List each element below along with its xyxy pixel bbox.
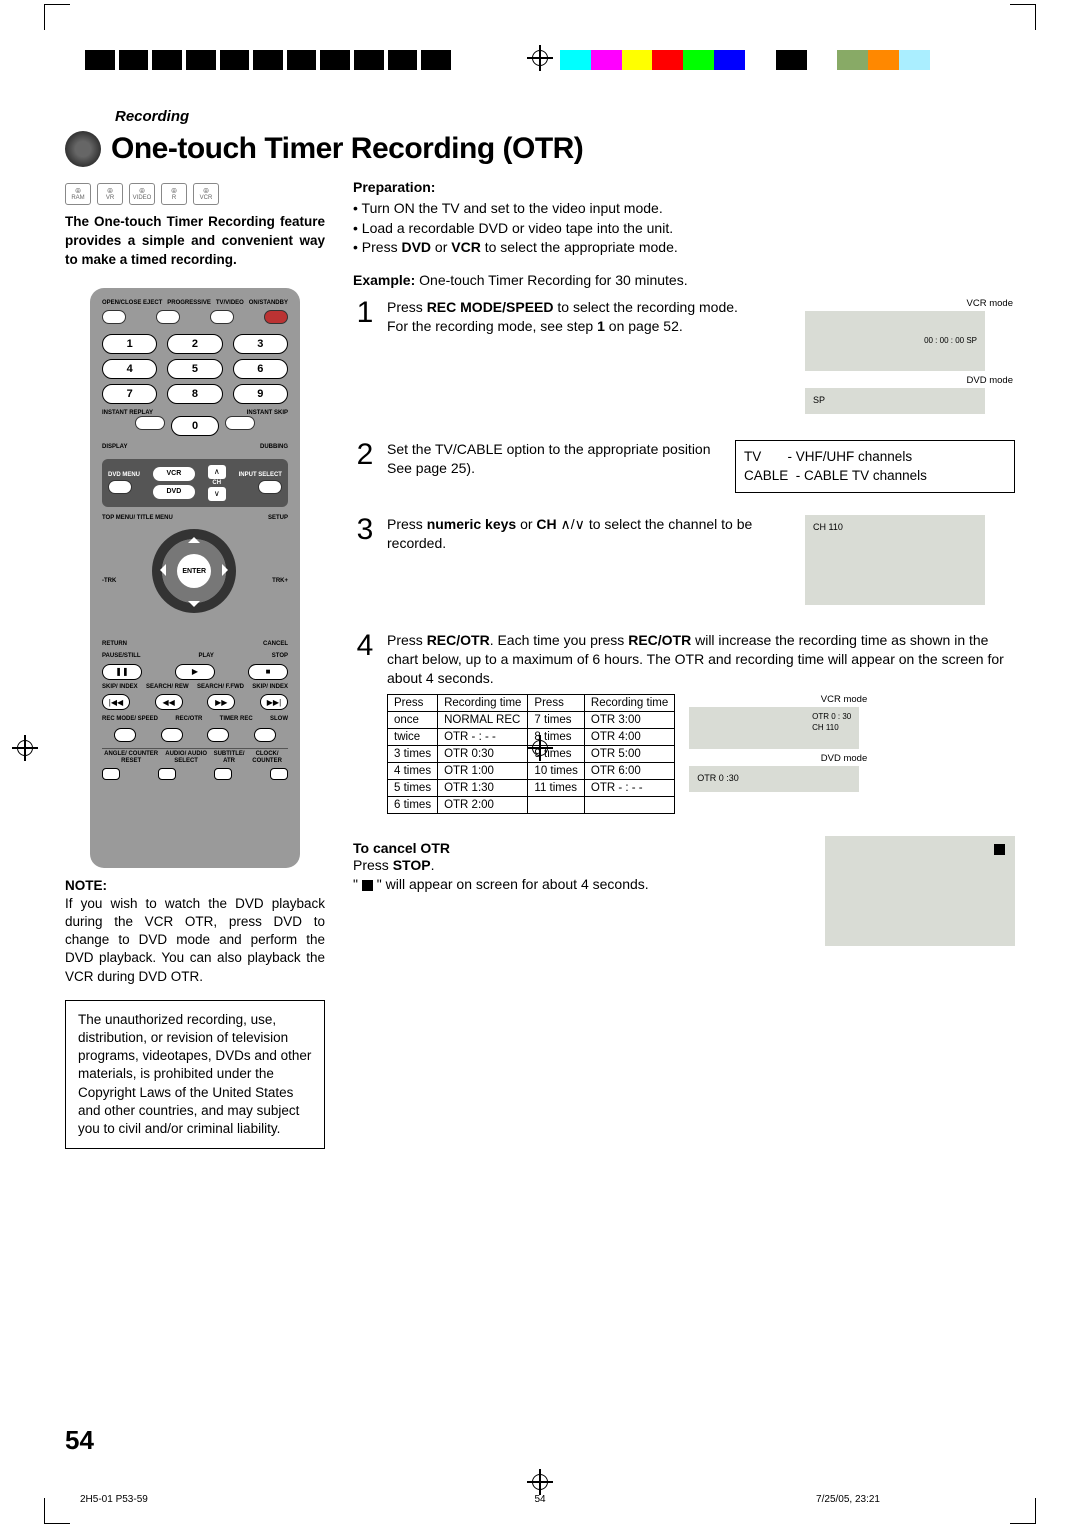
screen-vcr-mode: 00 : 00 : 00 SP bbox=[805, 311, 985, 371]
remote-control-illustration: OPEN/CLOSE EJECT PROGRESSIVE TV/VIDEO ON… bbox=[90, 288, 300, 868]
printer-marks bbox=[0, 40, 1080, 80]
example-line: Example: One-touch Timer Recording for 3… bbox=[353, 272, 1015, 288]
stop-icon bbox=[994, 844, 1005, 855]
legal-notice-box: The unauthorized recording, use, distrib… bbox=[65, 1000, 325, 1150]
step-3: 3 Press numeric keys or CH ∧/∨ to select… bbox=[353, 515, 1015, 609]
format-icon: ⦾VIDEO bbox=[129, 183, 155, 205]
channel-options-box: TV - VHF/UHF channels CABLE - CABLE TV c… bbox=[735, 440, 1015, 493]
step-2: 2 Set the TV/CABLE option to the appropr… bbox=[353, 440, 1015, 493]
screen-channel: CH 110 bbox=[805, 515, 985, 605]
step-1: 1 Press REC MODE/SPEED to select the rec… bbox=[353, 298, 1015, 418]
numpad-key: 8 bbox=[167, 384, 222, 404]
intro-text: The One-touch Timer Recording feature pr… bbox=[65, 213, 325, 270]
numpad-key: 9 bbox=[233, 384, 288, 404]
preparation-heading: Preparation: bbox=[353, 179, 1015, 195]
numpad-key: 5 bbox=[167, 359, 222, 379]
stop-icon bbox=[362, 880, 373, 891]
page-title: One-touch Timer Recording (OTR) bbox=[111, 132, 583, 166]
numpad-key: 4 bbox=[102, 359, 157, 379]
preparation-list: Turn ON the TV and set to the video inpu… bbox=[353, 199, 1015, 258]
format-icon: ⦾R bbox=[161, 183, 187, 205]
screen-dvd-mode: SP bbox=[805, 388, 985, 414]
numpad-key: 2 bbox=[167, 334, 222, 354]
numpad-key: 7 bbox=[102, 384, 157, 404]
sphere-bullet-icon bbox=[65, 131, 101, 167]
format-icon: ⦾VCR bbox=[193, 183, 219, 205]
format-icons-row: ⦾RAM ⦾VR ⦾VIDEO ⦾R ⦾VCR bbox=[65, 183, 325, 205]
numpad-key: 3 bbox=[233, 334, 288, 354]
dpad-icon: ENTER bbox=[134, 531, 254, 631]
screen-dvd-otr: OTR 0 :30 bbox=[689, 766, 859, 792]
step-4: 4 Press REC/OTR. Each time you press REC… bbox=[353, 631, 1015, 814]
color-bar bbox=[560, 50, 930, 70]
format-icon: ⦾RAM bbox=[65, 183, 91, 205]
cancel-section: To cancel OTR Press STOP. " " will appea… bbox=[353, 836, 1015, 946]
screen-stop bbox=[825, 836, 1015, 946]
registration-mark-icon bbox=[527, 1469, 553, 1495]
format-icon: ⦾VR bbox=[97, 183, 123, 205]
black-bar bbox=[85, 50, 455, 70]
registration-mark-icon bbox=[527, 45, 553, 71]
note-heading: NOTE: bbox=[65, 878, 325, 893]
section-label: Recording bbox=[115, 108, 1015, 125]
screen-vcr-otr: OTR 0 : 30CH 110 bbox=[689, 707, 859, 749]
numpad-key: 6 bbox=[233, 359, 288, 379]
title-row: One-touch Timer Recording (OTR) bbox=[65, 131, 1015, 167]
otr-timing-table: PressRecording timePressRecording timeon… bbox=[387, 694, 675, 814]
page-number: 54 bbox=[65, 1425, 94, 1456]
numpad-key: 1 bbox=[102, 334, 157, 354]
registration-mark-icon bbox=[12, 735, 38, 761]
note-text: If you wish to watch the DVD playback du… bbox=[65, 895, 325, 986]
